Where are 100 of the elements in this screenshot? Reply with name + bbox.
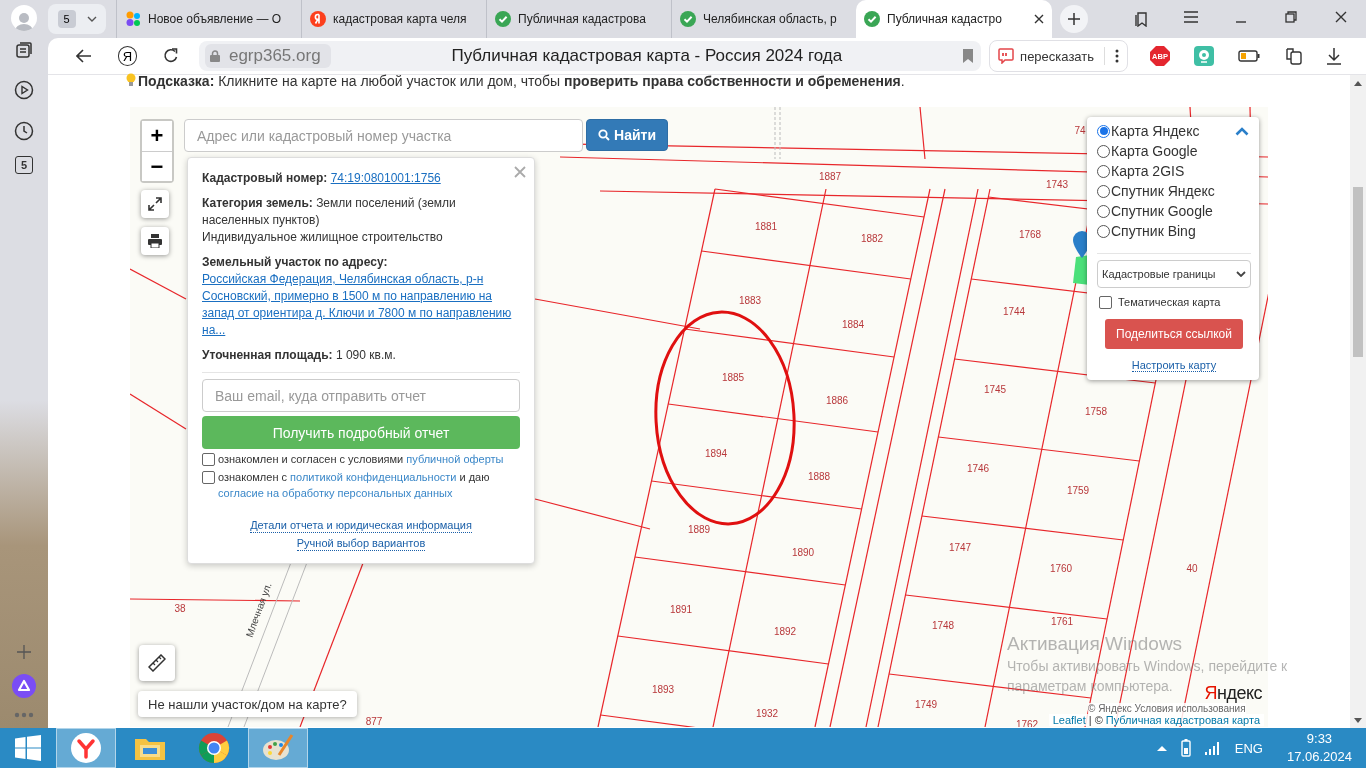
tab-counter[interactable]: 5 <box>15 156 33 174</box>
restore-icon[interactable] <box>1285 11 1297 23</box>
checkmark-icon <box>680 11 696 27</box>
search-field[interactable]: Адрес или кадастровый номер участка <box>184 119 583 152</box>
info-link[interactable]: Детали отчета и юридическая информация <box>250 519 472 533</box>
new-tab-button[interactable] <box>1060 5 1088 33</box>
print-button[interactable] <box>141 227 169 255</box>
overlay-select[interactable]: Кадастровые границы <box>1097 260 1251 288</box>
yandex-button[interactable]: Я <box>117 46 138 66</box>
consent-link[interactable]: политикой конфиденциальности <box>290 471 457 483</box>
field-link[interactable]: Российская Федерация, Челябинская область, р-н Сосновский, примерно в 1500 м по направлению на запад от ориентира д. Ключи и 7800 м по направлению на... <box>202 271 520 339</box>
scroll-up-icon[interactable] <box>1354 80 1362 86</box>
radio-button[interactable] <box>1097 124 1110 138</box>
zoom-in-button[interactable]: + <box>142 121 172 151</box>
signal-icon[interactable] <box>1204 741 1221 755</box>
radio-button[interactable] <box>1097 184 1110 198</box>
layer-option[interactable]: Спутник Bing <box>1111 223 1196 239</box>
radio-button[interactable] <box>1097 204 1110 218</box>
field-text: Уточненная площадь: 1 090 кв.м. <box>202 347 397 364</box>
cards-icon[interactable] <box>1284 47 1302 65</box>
parcel-number: 1890 <box>791 547 815 558</box>
parcel-number: 1759 <box>1066 485 1090 496</box>
layer-option[interactable]: Карта 2GIS <box>1111 163 1185 179</box>
checkbox[interactable] <box>202 471 215 484</box>
input-language[interactable]: ENG <box>1234 740 1263 756</box>
parcel-number: 1747 <box>948 542 972 553</box>
radio-button[interactable] <box>1097 224 1110 238</box>
search-icon <box>598 129 610 141</box>
browser-logo-icon <box>310 11 326 27</box>
chevron-up-icon[interactable] <box>1156 745 1167 751</box>
plus-icon <box>1068 13 1080 25</box>
checkbox[interactable] <box>202 453 215 466</box>
close-icon[interactable] <box>1034 14 1044 24</box>
parcel-number: 1888 <box>807 471 831 482</box>
tabs-icon[interactable] <box>15 41 33 59</box>
back-icon[interactable] <box>75 49 92 63</box>
source-link[interactable]: Публичная кадастровая карта <box>1105 714 1260 726</box>
more-vertical-icon[interactable] <box>1115 49 1119 63</box>
zoom-out-button[interactable]: − <box>142 151 172 181</box>
parcel-number: 40 <box>1186 563 1198 574</box>
parcel-number: 877 <box>365 716 383 727</box>
parcel-number: 1883 <box>738 295 762 306</box>
consent-link[interactable]: согласие на обработку персональных данных <box>218 487 453 499</box>
layer-option[interactable]: Спутник Яндекс <box>1111 183 1215 199</box>
field-label: Земельный участок по адресу: <box>202 255 388 269</box>
tabs-button[interactable]: 5 <box>48 4 106 34</box>
radio-button[interactable] <box>1097 164 1110 178</box>
consent-link[interactable]: публичной оферты <box>406 453 504 465</box>
layer-option[interactable]: Спутник Google <box>1111 203 1213 219</box>
close-icon[interactable] <box>1335 11 1347 23</box>
leaflet-link[interactable]: Leaflet <box>1052 714 1086 726</box>
parcel-number: 1932 <box>755 708 779 719</box>
parcel-number: 74 <box>1074 125 1086 136</box>
parcel-number: 1886 <box>825 395 849 406</box>
parcel-number: 1758 <box>1084 406 1108 417</box>
reload-icon[interactable] <box>163 48 180 64</box>
parcel-number: 1746 <box>966 463 990 474</box>
parcel-number: 1887 <box>818 171 842 182</box>
history-icon[interactable] <box>14 121 34 141</box>
chrome-icon <box>198 732 230 764</box>
browser-tab[interactable]: Публичная кадастро <box>856 0 1052 38</box>
fullscreen-button[interactable] <box>141 190 169 218</box>
layer-option[interactable]: Карта Google <box>1111 143 1198 159</box>
configure-link[interactable]: Настроить карту <box>1131 359 1217 372</box>
taskbar-app-button[interactable] <box>56 728 116 768</box>
assistant-icon[interactable] <box>12 674 36 698</box>
field-text: Категория земель: Земли поселений (земли населенных пунктов) <box>202 195 457 229</box>
checkbox[interactable] <box>1099 296 1112 309</box>
play-icon[interactable] <box>14 80 34 100</box>
measure-button[interactable] <box>139 645 175 681</box>
page-title: Публичная кадастровая карта - Россия 2024 года <box>450 46 844 66</box>
parcel-number: 1760 <box>1049 563 1073 574</box>
search-button[interactable]: Найти <box>586 119 668 151</box>
retell-label: пересказать <box>1020 48 1094 64</box>
address-bar[interactable]: egrp365.org Публичная кадастровая карта - Россия 2024 года <box>198 41 982 71</box>
retell-button[interactable]: пересказать <box>989 40 1128 72</box>
layer-option[interactable]: Карта Яндекс <box>1111 123 1200 139</box>
windows-start-icon[interactable] <box>15 735 41 761</box>
chevron-up-icon[interactable] <box>1235 127 1249 136</box>
parcel-number: 1744 <box>1002 306 1026 317</box>
info-link[interactable]: Ручной выбор вариантов <box>296 537 426 551</box>
map-logo: Яндекс <box>1204 683 1262 704</box>
email-field[interactable]: Ваш email, куда отправить отчет <box>202 379 520 412</box>
hint-text: Подсказка: Кликните на карте на любой участок или дом, чтобы проверить права собственности и обременения. <box>138 73 905 89</box>
battery-icon[interactable] <box>1180 739 1191 757</box>
scroll-down-icon[interactable] <box>1354 717 1362 723</box>
chevron-down-icon <box>86 16 97 22</box>
menu-icon[interactable] <box>1183 11 1199 23</box>
battery-icon <box>1238 50 1260 62</box>
not-found-button[interactable]: Не нашли участок/дом на карте? <box>138 691 357 717</box>
download-icon[interactable] <box>1326 47 1342 65</box>
bookmark-stack-icon[interactable] <box>1133 11 1149 27</box>
clock[interactable]: 9:33 17.06.2024 <box>1286 730 1352 766</box>
share-button[interactable]: Поделиться ссылкой <box>1105 319 1243 349</box>
bookmark-icon[interactable] <box>963 49 974 63</box>
radio-button[interactable] <box>1097 144 1110 158</box>
parcel-number: 1892 <box>773 626 797 637</box>
parcel-number: 1749 <box>914 699 938 710</box>
scrollbar-thumb[interactable] <box>1353 187 1363 357</box>
field-link[interactable]: 74:19:0801001:1756 <box>330 170 441 187</box>
